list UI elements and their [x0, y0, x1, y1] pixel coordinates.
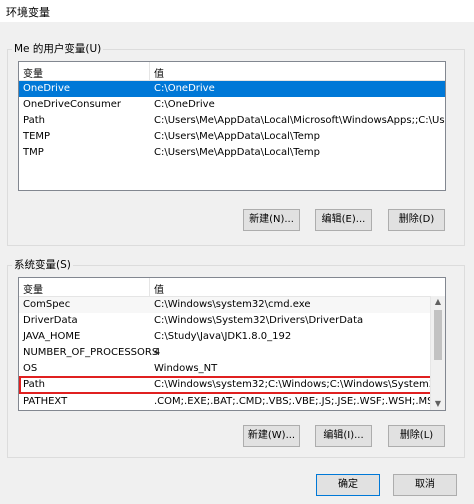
list-header: 变量 值 — [19, 62, 445, 81]
sys-var-row-os[interactable]: OS Windows_NT — [19, 361, 445, 377]
cancel-button[interactable]: 取消 — [393, 474, 457, 496]
column-separator[interactable] — [149, 62, 150, 80]
ok-button[interactable]: 确定 — [316, 474, 380, 496]
var-name: DriverData — [23, 315, 78, 326]
user-new-button[interactable]: 新建(N)... — [243, 209, 300, 231]
system-variables-list[interactable]: 变量 值 ComSpec C:\Windows\system32\cmd.exe… — [18, 277, 446, 411]
var-value: .COM;.EXE;.BAT;.CMD;.VBS;.VBE;.JS;.JSE;.… — [154, 396, 441, 407]
var-name: JAVA_HOME — [23, 331, 81, 342]
var-value: 4 — [154, 347, 161, 358]
user-var-row-onedrive[interactable]: OneDrive C:\OneDrive — [19, 81, 445, 97]
scroll-up-icon[interactable]: ▲ — [431, 296, 445, 308]
var-value: C:\Users\Me\AppData\Local\Temp — [154, 147, 320, 158]
user-var-row-tmp[interactable]: TMP C:\Users\Me\AppData\Local\Temp — [19, 145, 445, 161]
sys-var-row-number-of-processors[interactable]: NUMBER_OF_PROCESSORS 4 — [19, 345, 445, 361]
system-delete-button[interactable]: 删除(L) — [388, 425, 445, 447]
var-value: C:\OneDrive — [154, 99, 215, 110]
window-title: 环境变量 — [6, 6, 50, 19]
var-name: ComSpec — [23, 299, 71, 310]
var-name: OneDriveConsumer — [23, 99, 122, 110]
column-header-value[interactable]: 值 — [154, 65, 164, 80]
var-name: TMP — [23, 147, 44, 158]
var-name: OneDrive — [23, 83, 71, 94]
var-value: C:\Users\Me\AppData\Local\Temp — [154, 131, 320, 142]
sys-var-row-pathext[interactable]: PATHEXT .COM;.EXE;.BAT;.CMD;.VBS;.VBE;.J… — [19, 394, 445, 410]
sys-var-row-driverdata[interactable]: DriverData C:\Windows\System32\Drivers\D… — [19, 313, 445, 329]
system-new-button[interactable]: 新建(W)... — [243, 425, 300, 447]
user-var-row-temp[interactable]: TEMP C:\Users\Me\AppData\Local\Temp — [19, 129, 445, 145]
var-name: Path — [23, 379, 45, 390]
var-name: TEMP — [23, 131, 51, 142]
user-var-row-path[interactable]: Path C:\Users\Me\AppData\Local\Microsoft… — [19, 113, 445, 129]
system-variables-label: 系统变量(S) — [12, 257, 73, 272]
user-delete-button[interactable]: 删除(D) — [388, 209, 445, 231]
sys-var-row-comspec[interactable]: ComSpec C:\Windows\system32\cmd.exe — [19, 297, 445, 313]
user-variables-list[interactable]: 变量 值 OneDrive C:\OneDrive OneDriveConsum… — [18, 61, 446, 191]
sys-var-row-path[interactable]: Path C:\Windows\system32;C:\Windows;C:\W… — [19, 376, 445, 394]
scrollbar-thumb[interactable] — [434, 310, 442, 360]
var-value: C:\Study\Java\JDK1.8.0_192 — [154, 331, 292, 342]
var-value: C:\Windows\system32;C:\Windows;C:\Window… — [154, 379, 446, 390]
column-header-name[interactable]: 变量 — [23, 281, 43, 296]
column-header-name[interactable]: 变量 — [23, 65, 43, 80]
var-name: OS — [23, 363, 38, 374]
sys-var-row-java-home[interactable]: JAVA_HOME C:\Study\Java\JDK1.8.0_192 — [19, 329, 445, 345]
var-value: C:\OneDrive — [154, 83, 215, 94]
user-var-row-onedriveconsumer[interactable]: OneDriveConsumer C:\OneDrive — [19, 97, 445, 113]
user-edit-button[interactable]: 编辑(E)... — [315, 209, 372, 231]
list-header: 变量 值 — [19, 278, 445, 297]
scroll-down-icon[interactable]: ▼ — [431, 398, 445, 410]
vertical-scrollbar[interactable]: ▲ ▼ — [430, 296, 445, 410]
system-edit-button[interactable]: 编辑(I)... — [315, 425, 372, 447]
var-value: C:\Windows\System32\Drivers\DriverData — [154, 315, 364, 326]
var-name: PATHEXT — [23, 396, 68, 407]
column-header-value[interactable]: 值 — [154, 281, 164, 296]
var-name: NUMBER_OF_PROCESSORS — [23, 347, 159, 358]
var-value: Windows_NT — [154, 363, 218, 374]
user-variables-label: Me 的用户变量(U) — [12, 41, 104, 56]
column-separator[interactable] — [149, 278, 150, 296]
var-value: C:\Windows\system32\cmd.exe — [154, 299, 311, 310]
title-bar: 环境变量 — [0, 0, 474, 22]
var-value: C:\Users\Me\AppData\Local\Microsoft\Wind… — [154, 115, 446, 126]
var-name: Path — [23, 115, 45, 126]
